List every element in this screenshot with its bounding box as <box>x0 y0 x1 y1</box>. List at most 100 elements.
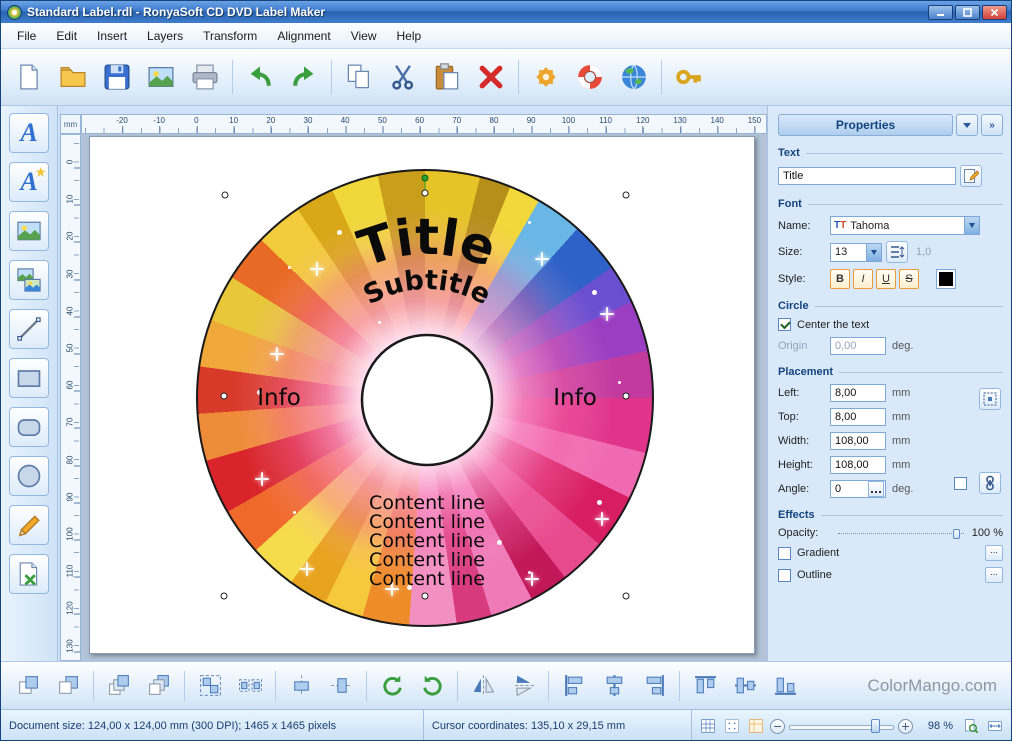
center-horizontal-icon[interactable] <box>282 667 320 705</box>
new-document-icon[interactable] <box>7 55 51 99</box>
ellipse-tool-icon[interactable] <box>9 456 49 496</box>
rotate-right-icon[interactable] <box>413 667 451 705</box>
selection-handle-top-left[interactable] <box>221 191 229 199</box>
image-tool-icon[interactable] <box>9 211 49 251</box>
rectangle-tool-icon[interactable] <box>9 358 49 398</box>
grid-dots-toggle-icon[interactable] <box>722 716 742 736</box>
selection-handle-bottom-center[interactable] <box>421 592 429 600</box>
flip-vertical-icon[interactable] <box>504 667 542 705</box>
rotate-left-icon[interactable] <box>373 667 411 705</box>
outline-more-button[interactable]: ... <box>985 567 1003 583</box>
ungroup-icon[interactable] <box>231 667 269 705</box>
label-info-right-text[interactable]: Info <box>553 385 597 411</box>
collapse-panel-button[interactable]: » <box>981 114 1003 136</box>
maximize-button[interactable] <box>955 4 980 20</box>
font-size-select[interactable]: 13 <box>830 242 882 262</box>
clipart-tool-icon[interactable] <box>9 260 49 300</box>
group-icon[interactable] <box>191 667 229 705</box>
line-spacing-button[interactable] <box>886 241 908 263</box>
align-right-icon[interactable] <box>635 667 673 705</box>
order-front-icon[interactable] <box>100 667 138 705</box>
redo-icon[interactable] <box>282 55 326 99</box>
underline-button[interactable]: U <box>876 269 896 289</box>
angle-picker-button[interactable] <box>868 481 884 497</box>
fit-page-icon[interactable] <box>961 716 981 736</box>
menu-edit[interactable]: Edit <box>46 25 87 47</box>
left-input[interactable] <box>830 384 886 402</box>
pencil-tool-icon[interactable] <box>9 505 49 545</box>
undo-icon[interactable] <box>238 55 282 99</box>
cd-label-design[interactable]: Title Subtitle Info Info Content line Co… <box>196 169 654 627</box>
settings-gear-icon[interactable] <box>524 55 568 99</box>
flip-horizontal-icon[interactable] <box>464 667 502 705</box>
text-tool-icon[interactable]: A <box>9 113 49 153</box>
open-folder-icon[interactable] <box>51 55 95 99</box>
zoom-out-button[interactable] <box>770 718 785 734</box>
text-value-input[interactable] <box>778 167 956 185</box>
help-lifebuoy-icon[interactable] <box>568 55 612 99</box>
label-content-line[interactable]: Content line <box>369 568 485 590</box>
menu-view[interactable]: View <box>341 25 387 47</box>
rotation-handle[interactable] <box>421 174 429 182</box>
opacity-slider-thumb[interactable] <box>952 528 960 539</box>
gradient-more-button[interactable]: ... <box>985 545 1003 561</box>
line-tool-icon[interactable] <box>9 309 49 349</box>
menu-transform[interactable]: Transform <box>193 25 267 47</box>
font-color-button[interactable] <box>936 269 956 289</box>
order-back-icon[interactable] <box>140 667 178 705</box>
delete-icon[interactable] <box>469 55 513 99</box>
align-left-icon[interactable] <box>555 667 593 705</box>
aspect-lock-chain-button[interactable] <box>979 472 1001 494</box>
minimize-button[interactable] <box>928 4 953 20</box>
selection-handle-bottom-right[interactable] <box>622 592 630 600</box>
align-middle-icon[interactable] <box>726 667 764 705</box>
center-text-checkbox[interactable] <box>778 318 791 331</box>
grid-toggle-icon[interactable] <box>698 716 718 736</box>
fit-width-icon[interactable] <box>985 716 1005 736</box>
selection-handle-middle-right[interactable] <box>622 392 630 400</box>
gradient-checkbox[interactable] <box>778 546 791 560</box>
zoom-slider-thumb[interactable] <box>870 719 880 733</box>
italic-button[interactable]: I <box>853 269 873 289</box>
center-vertical-icon[interactable] <box>322 667 360 705</box>
cut-icon[interactable] <box>381 55 425 99</box>
copy-icon[interactable] <box>337 55 381 99</box>
key-icon[interactable] <box>667 55 711 99</box>
strikethrough-button[interactable]: S <box>899 269 919 289</box>
rounded-rectangle-tool-icon[interactable] <box>9 407 49 447</box>
position-picker-button[interactable] <box>979 388 1001 410</box>
top-input[interactable] <box>830 408 886 426</box>
opacity-slider[interactable] <box>838 528 964 539</box>
internet-globe-icon[interactable] <box>612 55 656 99</box>
width-input[interactable] <box>830 432 886 450</box>
paste-icon[interactable] <box>425 55 469 99</box>
outline-checkbox[interactable] <box>778 568 791 582</box>
save-icon[interactable] <box>95 55 139 99</box>
snap-toggle-icon[interactable] <box>746 716 766 736</box>
align-bottom-icon[interactable] <box>766 667 804 705</box>
aspect-ratio-checkbox[interactable] <box>954 477 967 490</box>
align-center-icon[interactable] <box>595 667 633 705</box>
export-image-icon[interactable] <box>139 55 183 99</box>
document-page[interactable]: Title Subtitle Info Info Content line Co… <box>89 136 755 654</box>
menu-file[interactable]: File <box>7 25 46 47</box>
selection-handle-bottom-left[interactable] <box>220 592 228 600</box>
canvas-area[interactable]: Title Subtitle Info Info Content line Co… <box>81 134 767 661</box>
template-tool-icon[interactable] <box>9 554 49 594</box>
print-icon[interactable] <box>183 55 227 99</box>
order-raise-icon[interactable] <box>9 667 47 705</box>
selection-handle-top-center[interactable] <box>421 189 429 197</box>
dropdown-arrow-icon[interactable] <box>866 243 881 261</box>
dropdown-arrow-icon[interactable] <box>964 217 979 234</box>
menu-help[interactable]: Help <box>386 25 431 47</box>
wordart-tool-icon[interactable]: A <box>9 162 49 202</box>
label-info-left-text[interactable]: Info <box>257 385 301 411</box>
align-top-icon[interactable] <box>686 667 724 705</box>
zoom-in-button[interactable] <box>898 718 913 734</box>
font-name-select[interactable]: TT Tahoma <box>830 216 980 235</box>
order-lower-icon[interactable] <box>49 667 87 705</box>
edit-text-button[interactable] <box>960 165 982 187</box>
menu-alignment[interactable]: Alignment <box>267 25 340 47</box>
bold-button[interactable]: B <box>830 269 850 289</box>
menu-layers[interactable]: Layers <box>137 25 193 47</box>
